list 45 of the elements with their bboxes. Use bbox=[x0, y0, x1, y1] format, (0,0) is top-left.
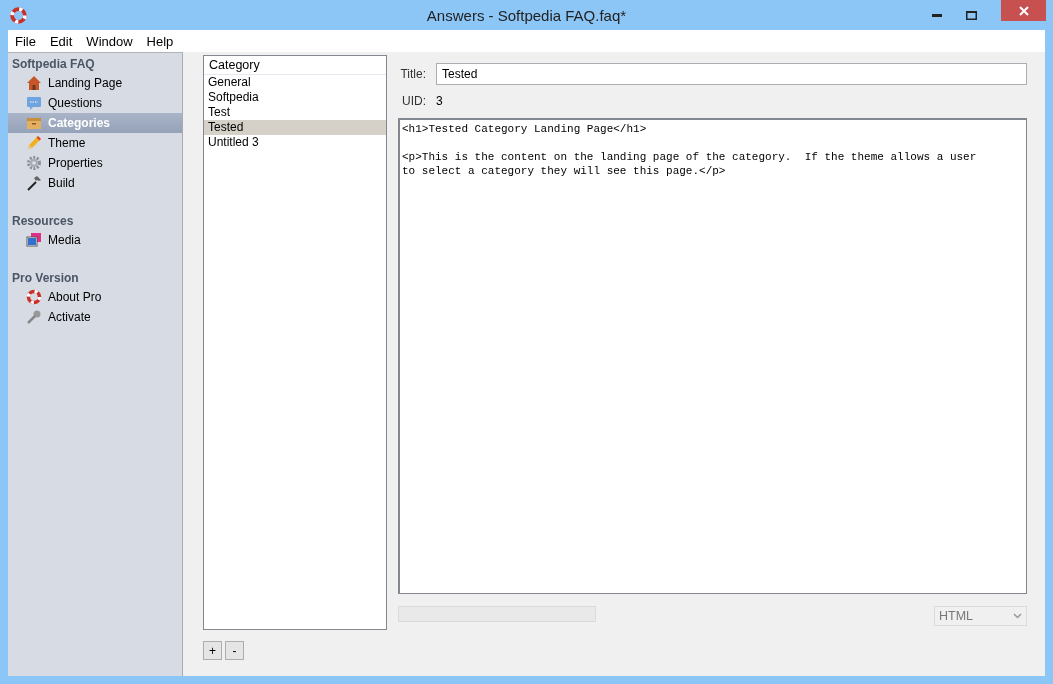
chevron-down-icon bbox=[1013, 613, 1022, 619]
hammer-icon bbox=[26, 175, 42, 191]
pictures-icon bbox=[26, 232, 42, 248]
column-header: Category bbox=[204, 56, 386, 75]
sidebar-item[interactable]: Landing Page bbox=[8, 73, 182, 93]
gear-icon bbox=[26, 155, 42, 171]
section-heading: Softpedia FAQ bbox=[11, 56, 96, 73]
house-icon bbox=[26, 75, 42, 91]
minimize-icon[interactable] bbox=[932, 13, 942, 17]
window-title: Answers - Softpedia FAQ.faq* bbox=[426, 6, 627, 24]
list-item[interactable]: Tested bbox=[204, 120, 386, 135]
uid-value: 3 bbox=[436, 94, 443, 108]
key-icon bbox=[26, 309, 42, 325]
maximize-icon[interactable] bbox=[966, 10, 977, 20]
section-heading: Pro Version bbox=[11, 270, 80, 287]
menu-item[interactable]: File bbox=[15, 33, 36, 49]
chat-bubble-icon bbox=[26, 95, 42, 111]
lifebuoy-icon bbox=[10, 6, 27, 24]
sidebar-item[interactable]: Properties bbox=[8, 153, 182, 173]
format-dropdown[interactable]: HTML bbox=[934, 606, 1027, 626]
menu-item[interactable]: Help bbox=[146, 33, 174, 49]
list-item[interactable]: Untitled 3 bbox=[204, 135, 386, 150]
list-item[interactable]: Test bbox=[204, 105, 386, 120]
menu-item[interactable]: Window bbox=[86, 33, 133, 49]
lifebuoy-icon bbox=[26, 289, 42, 305]
sidebar-item[interactable]: About Pro bbox=[8, 287, 182, 307]
pencil-icon bbox=[26, 135, 42, 151]
list-item[interactable]: General bbox=[204, 75, 386, 90]
menu-item[interactable]: Edit bbox=[49, 33, 73, 49]
sidebar-item[interactable]: Build bbox=[8, 173, 182, 193]
field-label: Title: bbox=[399, 67, 426, 81]
close-button[interactable] bbox=[1001, 0, 1046, 21]
title-field[interactable]: Tested bbox=[436, 63, 1027, 85]
box-icon bbox=[26, 115, 42, 131]
close-icon bbox=[1018, 5, 1029, 16]
field-label: UID: bbox=[401, 94, 426, 108]
section-heading: Resources bbox=[11, 213, 75, 230]
sidebar-item[interactable]: Activate bbox=[8, 307, 182, 327]
sidebar-item[interactable]: Questions bbox=[8, 93, 182, 113]
code-editor[interactable]: <h1>Tested Category Landing Page</h1> <p>This is the content on the landing page of the category. If the theme allows a user to select a category they will see this page.</p> bbox=[398, 118, 1027, 594]
list-item[interactable]: Softpedia bbox=[204, 90, 386, 105]
add-button[interactable]: + bbox=[203, 641, 222, 660]
sidebar-item[interactable]: Theme bbox=[8, 133, 182, 153]
sidebar-item[interactable]: Media bbox=[8, 230, 182, 250]
remove-button[interactable]: - bbox=[225, 641, 244, 660]
